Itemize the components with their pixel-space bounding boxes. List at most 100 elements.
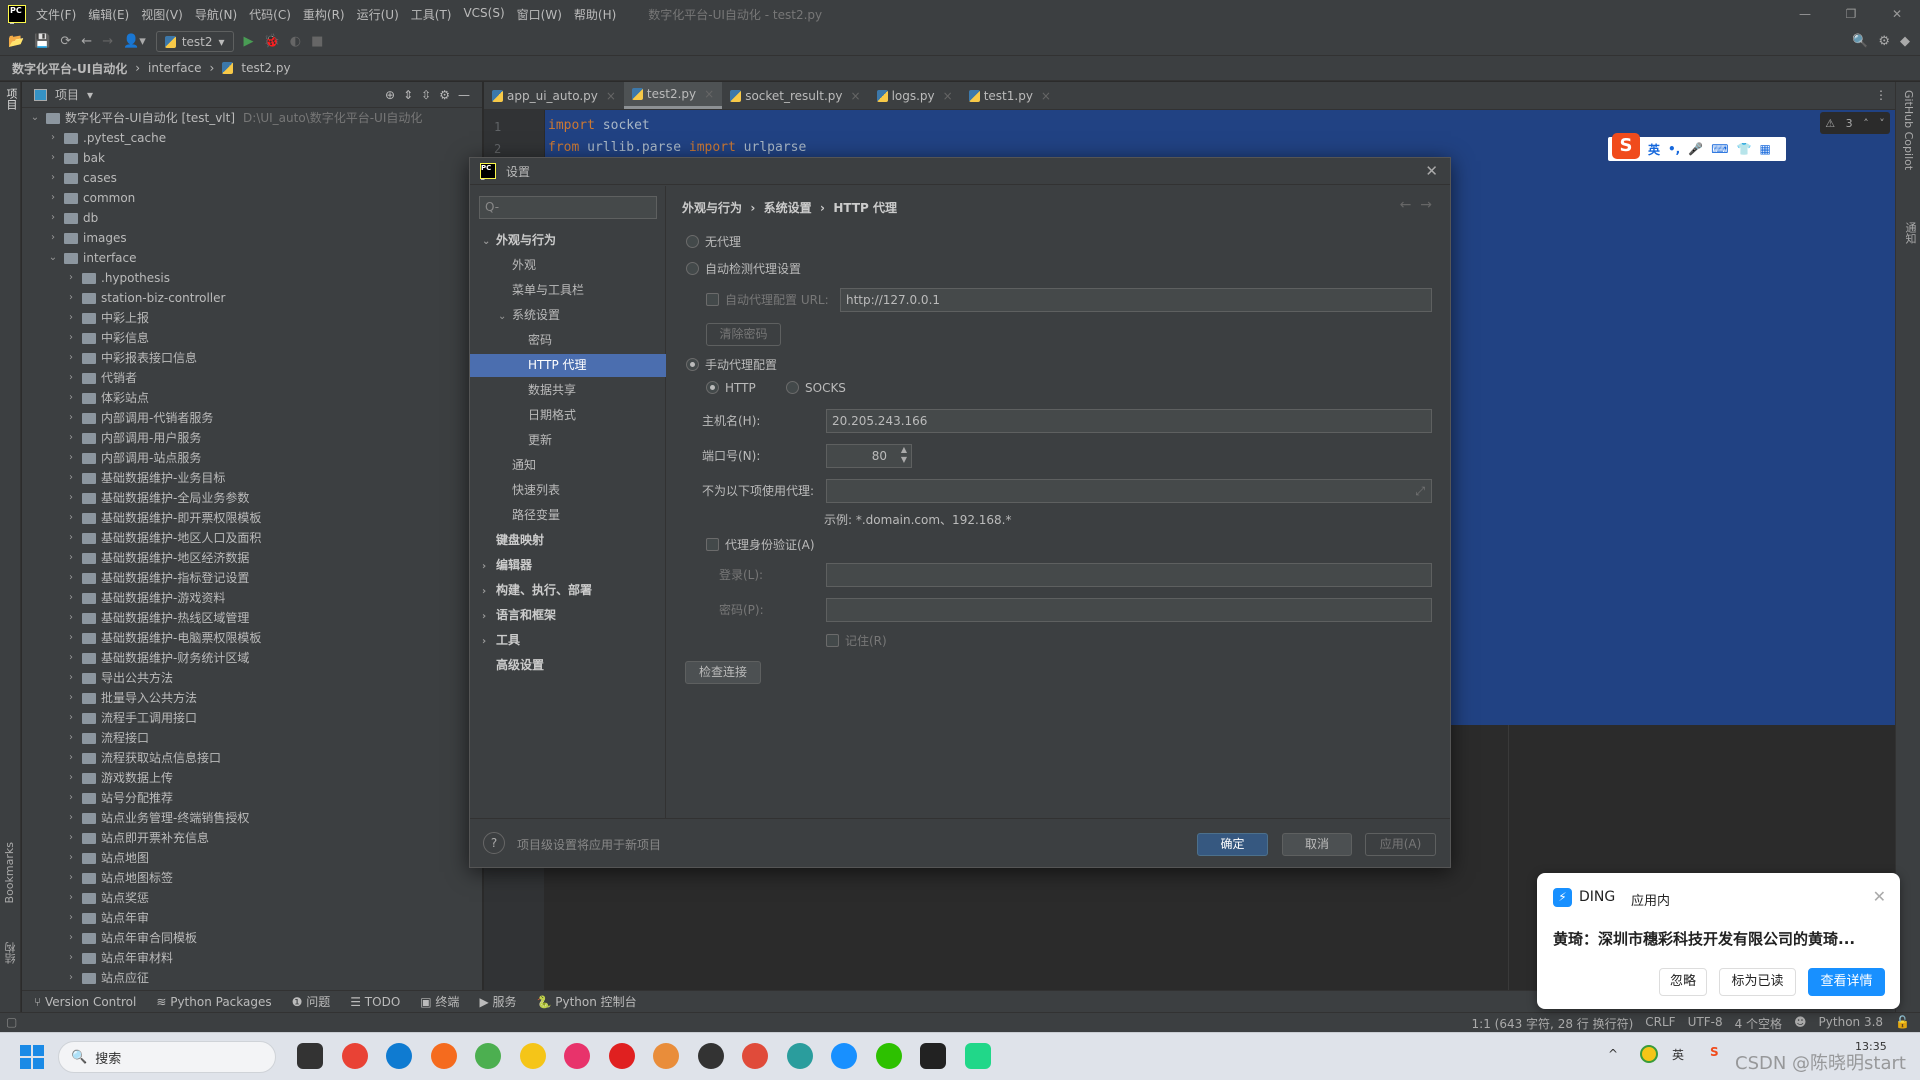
- settings-nav-item[interactable]: 快速列表: [470, 479, 666, 502]
- chevron-right-icon[interactable]: ›: [64, 588, 78, 608]
- chevron-right-icon[interactable]: ›: [46, 128, 60, 148]
- notifications-tool-button[interactable]: 通知: [1902, 222, 1918, 244]
- taskbar-search[interactable]: 🔍 搜索: [58, 1041, 276, 1073]
- coverage-icon[interactable]: ◐: [290, 34, 301, 49]
- cancel-button[interactable]: 取消: [1282, 833, 1352, 856]
- menu-item[interactable]: 文件(F): [36, 6, 76, 23]
- run-icon[interactable]: ▶: [244, 34, 254, 49]
- ime-punct-toggle[interactable]: •,: [1668, 142, 1680, 156]
- settings-nav-item[interactable]: ⌄ 外观与行为: [470, 229, 666, 252]
- lock-icon[interactable]: 🔓: [1895, 1015, 1910, 1032]
- chevron-right-icon[interactable]: ›: [64, 688, 78, 708]
- vcs-user-icon[interactable]: 👤▾: [123, 34, 146, 49]
- settings-nav-item[interactable]: 更新: [470, 429, 666, 452]
- tray-app-icon[interactable]: [1640, 1045, 1658, 1063]
- maximize-button[interactable]: ❐: [1828, 0, 1874, 28]
- settings-nav-item[interactable]: 密码: [470, 329, 666, 352]
- pycharm-icon[interactable]: [964, 1043, 991, 1069]
- tree-item[interactable]: › 基础数据维护-热线区域管理: [64, 608, 249, 628]
- chevron-right-icon[interactable]: ›: [64, 328, 78, 348]
- forward-icon[interactable]: →: [102, 34, 113, 49]
- tab-test1-py[interactable]: test1.py ×: [961, 82, 1059, 109]
- chevron-right-icon[interactable]: ›: [64, 468, 78, 488]
- close-icon[interactable]: ✕: [1425, 162, 1438, 180]
- skin-icon[interactable]: 👕: [1737, 142, 1752, 156]
- auto-url-checkbox[interactable]: 自动代理配置 URL:: [706, 291, 829, 308]
- tree-item[interactable]: › 基础数据维护-指标登记设置: [64, 568, 249, 588]
- tool-window-button[interactable]: ☰ TODO: [350, 995, 400, 1009]
- auto-url-input[interactable]: http://127.0.0.1: [840, 288, 1432, 312]
- chevron-right-icon[interactable]: ›: [64, 528, 78, 548]
- tree-item[interactable]: › 代销者: [64, 368, 137, 388]
- tree-item[interactable]: › .hypothesis: [64, 268, 170, 288]
- gear-icon[interactable]: ⚙: [439, 88, 450, 102]
- breadcrumb-folder[interactable]: interface: [148, 61, 202, 75]
- tree-item[interactable]: › 站点年审: [64, 908, 149, 928]
- search-icon[interactable]: 🔍: [1852, 34, 1868, 49]
- tray-expand-icon[interactable]: ^: [1608, 1047, 1618, 1061]
- tree-item[interactable]: › 导出公共方法: [64, 668, 173, 688]
- menu-item[interactable]: VCS(S): [463, 6, 504, 23]
- ignore-button[interactable]: 忽略: [1659, 968, 1707, 996]
- tree-item[interactable]: › cases: [46, 168, 117, 188]
- tool-window-button[interactable]: 🐍 Python 控制台: [537, 993, 637, 1010]
- check-connection-button[interactable]: 检查连接: [685, 661, 761, 684]
- caret-position[interactable]: 1:1 (643 字符, 28 行 换行符): [1472, 1015, 1634, 1032]
- chevron-right-icon[interactable]: ›: [64, 608, 78, 628]
- chevron-right-icon[interactable]: ›: [64, 768, 78, 788]
- tree-item[interactable]: › bak: [46, 148, 105, 168]
- close-icon[interactable]: ✕: [1873, 887, 1886, 906]
- tree-item[interactable]: › .pytest_cache: [46, 128, 166, 148]
- settings-search-input[interactable]: Q-: [479, 196, 657, 219]
- ime-lang-toggle[interactable]: 英: [1648, 141, 1660, 158]
- mark-read-button[interactable]: 标为已读: [1719, 968, 1796, 996]
- structure-tool-button[interactable]: 结构: [3, 942, 19, 964]
- tool-window-button[interactable]: ≋ Python Packages: [156, 995, 271, 1009]
- http-radio[interactable]: HTTP: [706, 381, 756, 395]
- remember-checkbox[interactable]: 记住(R): [826, 632, 887, 649]
- hide-icon[interactable]: —: [458, 88, 470, 102]
- tree-item[interactable]: › 批量导入公共方法: [64, 688, 197, 708]
- tree-item[interactable]: › 基础数据维护-全局业务参数: [64, 488, 249, 508]
- clear-password-button[interactable]: 清除密码: [706, 323, 781, 346]
- tree-item[interactable]: › 站号分配推荐: [64, 788, 173, 808]
- manual-proxy-radio[interactable]: 手动代理配置: [686, 356, 777, 373]
- menu-item[interactable]: 导航(N): [195, 6, 237, 23]
- tree-item[interactable]: › db: [46, 208, 98, 228]
- chevron-right-icon[interactable]: ›: [64, 788, 78, 808]
- settings-nav-item[interactable]: 高级设置: [470, 654, 666, 677]
- settings-nav-item[interactable]: › 编辑器: [470, 554, 666, 577]
- code-line[interactable]: import socket: [548, 118, 650, 133]
- chevron-right-icon[interactable]: ›: [64, 448, 78, 468]
- tree-item[interactable]: › 站点业务管理-终端销售授权: [64, 808, 249, 828]
- tree-item[interactable]: › 站点即开票补充信息: [64, 828, 209, 848]
- back-icon[interactable]: ←: [81, 34, 92, 49]
- tree-item[interactable]: › 基础数据维护-游戏资料: [64, 588, 225, 608]
- app2-icon[interactable]: [742, 1043, 768, 1069]
- locate-icon[interactable]: ⊕: [385, 88, 395, 102]
- settings-nav-item[interactable]: 键盘映射: [470, 529, 666, 552]
- update-icon[interactable]: ◆: [1900, 34, 1910, 49]
- wps-icon[interactable]: [608, 1043, 635, 1069]
- tree-item[interactable]: › 流程手工调用接口: [64, 708, 197, 728]
- collapse-all-icon[interactable]: ⇳: [421, 88, 431, 102]
- chevron-right-icon[interactable]: ›: [64, 668, 78, 688]
- stop-icon[interactable]: ■: [311, 34, 323, 49]
- chevron-right-icon[interactable]: ›: [46, 168, 60, 188]
- keyboard-icon[interactable]: ⌨: [1711, 142, 1728, 156]
- view-details-button[interactable]: 查看详情: [1808, 968, 1885, 996]
- menu-item[interactable]: 帮助(H): [574, 6, 616, 23]
- close-tab-icon[interactable]: ×: [606, 89, 616, 103]
- bookmarks-tool-button[interactable]: Bookmarks: [3, 842, 16, 903]
- tab-socket_result-py[interactable]: socket_result.py ×: [722, 82, 868, 109]
- tree-item[interactable]: › 基础数据维护-地区经济数据: [64, 548, 249, 568]
- dingtalk-icon[interactable]: [831, 1043, 857, 1069]
- chevron-right-icon[interactable]: ›: [64, 628, 78, 648]
- chevron-right-icon[interactable]: ›: [64, 708, 78, 728]
- chevron-right-icon[interactable]: ›: [46, 208, 60, 228]
- chevron-right-icon[interactable]: ›: [64, 348, 78, 368]
- chevron-right-icon[interactable]: ›: [64, 508, 78, 528]
- notification-message[interactable]: 黄琦：深圳市穗彩科技开发有限公司的黄琦...: [1553, 928, 1855, 949]
- code-line[interactable]: from urllib.parse import urlparse: [548, 140, 806, 155]
- save-icon[interactable]: 💾: [34, 34, 50, 49]
